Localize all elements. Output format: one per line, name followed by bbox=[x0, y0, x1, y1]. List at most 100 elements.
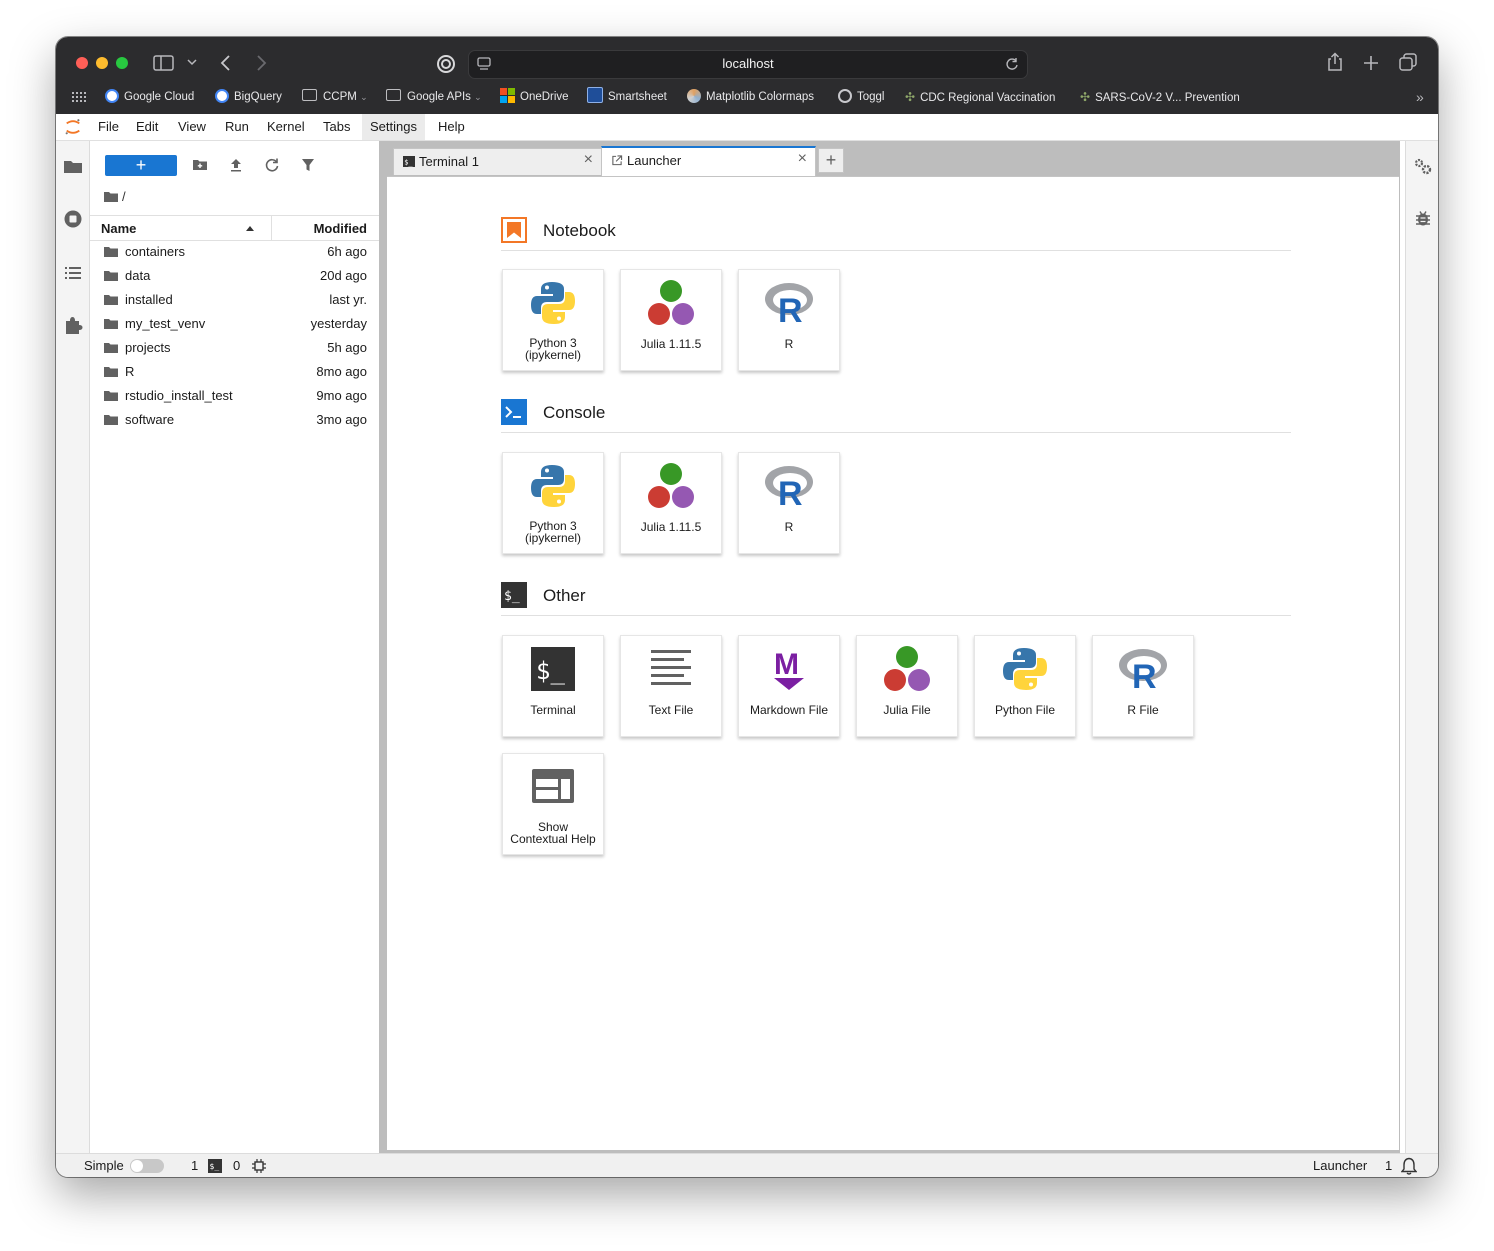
file-row[interactable]: rstudio_install_test 9mo ago bbox=[90, 384, 379, 408]
r-logo-icon: R bbox=[765, 466, 813, 511]
file-row[interactable]: R 8mo ago bbox=[90, 360, 379, 384]
chevron-down-icon[interactable] bbox=[187, 59, 197, 67]
column-divider[interactable] bbox=[271, 216, 272, 240]
favorite-cdc-regional-vaccination[interactable]: ✣ CDC Regional Vaccination bbox=[905, 87, 1055, 108]
notebook-icon bbox=[501, 217, 527, 243]
favorite-toggl[interactable]: Toggl bbox=[838, 87, 885, 107]
simple-mode-toggle[interactable] bbox=[130, 1159, 164, 1173]
julia-file-card[interactable]: Julia File bbox=[856, 635, 958, 737]
card-label-line: (ipykernel) bbox=[524, 531, 581, 545]
browser-window: localhost Google Cloud BigQuery CCPM ⌄ G… bbox=[56, 37, 1438, 1177]
contextual-help-card[interactable]: Show Contextual Help bbox=[502, 753, 604, 855]
column-header-modified[interactable]: Modified bbox=[314, 221, 367, 236]
menu-settings[interactable]: Settings bbox=[362, 114, 425, 140]
console-julia-card[interactable]: Julia 1.11.5 bbox=[620, 452, 722, 554]
address-bar[interactable]: localhost bbox=[468, 50, 1028, 79]
menu-file[interactable]: File bbox=[90, 114, 127, 140]
refresh-icon[interactable] bbox=[264, 157, 280, 173]
svg-text:R: R bbox=[778, 292, 803, 328]
file-row[interactable]: software 3mo ago bbox=[90, 408, 379, 432]
panel-splitter[interactable] bbox=[379, 141, 387, 1153]
new-folder-icon[interactable] bbox=[192, 157, 208, 173]
menu-help[interactable]: Help bbox=[430, 114, 473, 140]
terminal-count: 1 bbox=[191, 1158, 199, 1173]
menu-run[interactable]: Run bbox=[217, 114, 257, 140]
favorite-google-cloud[interactable]: Google Cloud bbox=[105, 87, 194, 107]
python-logo-icon bbox=[531, 282, 575, 324]
file-row[interactable]: data 20d ago bbox=[90, 264, 379, 288]
new-launcher-button[interactable]: + bbox=[105, 155, 177, 176]
running-kernels-icon[interactable] bbox=[63, 209, 83, 229]
back-icon[interactable] bbox=[220, 55, 232, 72]
forward-icon[interactable] bbox=[255, 55, 267, 72]
current-activity-label: Launcher bbox=[1313, 1158, 1368, 1173]
menu-kernel[interactable]: Kernel bbox=[259, 114, 313, 140]
close-icon[interactable]: × bbox=[798, 150, 807, 168]
favorite-folder-google-apis[interactable]: Google APIs ⌄ bbox=[386, 87, 482, 107]
card-label-line: Python File bbox=[994, 703, 1056, 717]
zoom-window-button[interactable] bbox=[116, 57, 128, 69]
file-row[interactable]: containers 6h ago bbox=[90, 240, 379, 264]
breadcrumb-home-folder-icon[interactable] bbox=[104, 191, 118, 202]
share-icon[interactable] bbox=[1326, 52, 1344, 72]
file-row[interactable]: projects 5h ago bbox=[90, 336, 379, 360]
jupyter-menubar: File Edit View Run Kernel Tabs Settings … bbox=[56, 114, 1438, 141]
file-row[interactable]: my_test_venv yesterday bbox=[90, 312, 379, 336]
table-of-contents-icon[interactable] bbox=[63, 263, 83, 283]
matplotlib-icon bbox=[687, 89, 701, 103]
file-browser-folder-icon[interactable] bbox=[63, 157, 83, 177]
python-file-card[interactable]: Python File bbox=[974, 635, 1076, 737]
close-window-button[interactable] bbox=[76, 57, 88, 69]
card-label: R bbox=[741, 521, 837, 533]
new-tab-icon[interactable] bbox=[1363, 55, 1379, 71]
reload-icon[interactable] bbox=[1005, 57, 1019, 71]
tab-launcher[interactable]: Launcher × bbox=[601, 146, 816, 176]
property-inspector-gears-icon[interactable] bbox=[1413, 156, 1433, 176]
terminal-card[interactable]: $_ Terminal bbox=[502, 635, 604, 737]
favorite-sars-cov-2-prevention[interactable]: ✣ SARS-CoV-2 V... Prevention bbox=[1080, 87, 1240, 108]
folder-icon bbox=[104, 343, 118, 353]
apps-grid-icon[interactable] bbox=[72, 92, 86, 104]
favorite-folder-ccpm[interactable]: CCPM ⌄ bbox=[302, 87, 368, 107]
favorite-bigquery[interactable]: BigQuery bbox=[215, 87, 282, 107]
filter-icon[interactable] bbox=[300, 157, 316, 173]
menu-edit[interactable]: Edit bbox=[128, 114, 166, 140]
card-label: Julia File bbox=[859, 704, 955, 716]
menu-view[interactable]: View bbox=[170, 114, 214, 140]
microsoft-icon bbox=[500, 88, 515, 103]
add-tab-button[interactable]: + bbox=[818, 148, 844, 173]
markdown-file-icon: M bbox=[774, 648, 804, 690]
notification-bell-icon[interactable] bbox=[1401, 1157, 1417, 1175]
sort-ascending-icon[interactable] bbox=[246, 226, 254, 231]
tab-overview-icon[interactable] bbox=[1399, 53, 1418, 72]
more-favorites-icon[interactable]: » bbox=[1416, 87, 1424, 107]
google-icon bbox=[215, 89, 229, 103]
sidebar-toggle-icon[interactable] bbox=[153, 55, 175, 72]
favorite-smartsheet[interactable]: Smartsheet bbox=[587, 87, 667, 107]
r-file-card[interactable]: R R File bbox=[1092, 635, 1194, 737]
main-dock-area: $_ Terminal 1 × Launcher × + Notebook Co… bbox=[387, 141, 1400, 1153]
tab-terminal-1[interactable]: $_ Terminal 1 × bbox=[393, 148, 602, 175]
breadcrumb-root[interactable]: / bbox=[122, 189, 126, 204]
favorite-matplotlib-colormaps[interactable]: Matplotlib Colormaps bbox=[687, 87, 814, 107]
console-python3-card[interactable]: Python 3 (ipykernel) bbox=[502, 452, 604, 554]
close-icon[interactable]: × bbox=[584, 151, 593, 169]
upload-icon[interactable] bbox=[228, 157, 244, 173]
markdown-file-card[interactable]: M Markdown File bbox=[738, 635, 840, 737]
kernel-chip-icon[interactable] bbox=[252, 1159, 266, 1173]
notebook-julia-card[interactable]: Julia 1.11.5 bbox=[620, 269, 722, 371]
text-file-card[interactable]: Text File bbox=[620, 635, 722, 737]
debugger-bug-icon[interactable] bbox=[1414, 209, 1432, 227]
extension-manager-puzzle-icon[interactable] bbox=[63, 315, 83, 335]
favorite-onedrive[interactable]: OneDrive bbox=[500, 87, 569, 107]
left-activity-bar bbox=[56, 141, 90, 1153]
file-row[interactable]: installed last yr. bbox=[90, 288, 379, 312]
minimize-window-button[interactable] bbox=[96, 57, 108, 69]
terminal-icon[interactable]: $_ bbox=[208, 1159, 222, 1173]
notebook-python3-card[interactable]: Python 3 (ipykernel) bbox=[502, 269, 604, 371]
menu-tabs[interactable]: Tabs bbox=[315, 114, 358, 140]
notebook-r-card[interactable]: RR bbox=[738, 269, 840, 371]
console-r-card[interactable]: RR bbox=[738, 452, 840, 554]
column-header-name[interactable]: Name bbox=[101, 221, 136, 236]
file-name: containers bbox=[125, 244, 185, 259]
